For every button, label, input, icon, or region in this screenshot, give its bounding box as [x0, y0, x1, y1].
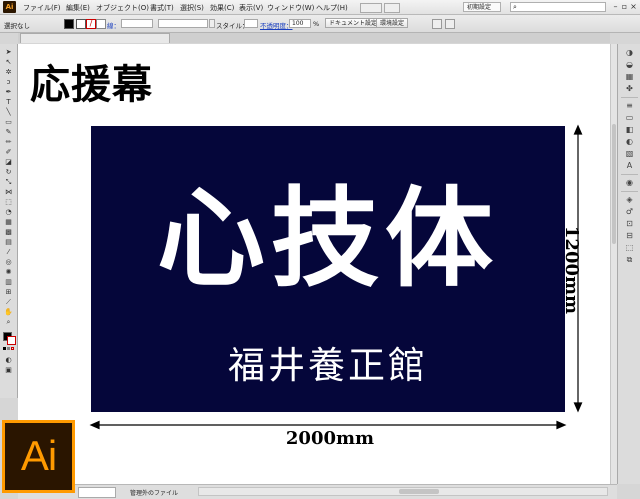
panel-dock: ◑ ◒ ▦ ✤ ≡ ▭ ◧ ◐ ▧ A ◉ ◈ ♂ ⊡ ⊟ ⬚ ⧉ — [617, 44, 640, 484]
width-dimension-label: 2000mm — [285, 428, 375, 449]
dimension-arrows — [89, 124, 583, 430]
height-arrow-bottom-head — [573, 402, 583, 413]
stroke-panel-icon[interactable]: ≡ — [624, 101, 635, 111]
character-panel-icon[interactable]: A — [624, 161, 635, 171]
graphic-styles-icon[interactable]: ▧ — [624, 149, 635, 159]
align-panel-icon[interactable]: ⊟ — [624, 231, 635, 241]
transform-panel-icon[interactable]: ⬚ — [624, 243, 635, 253]
width-arrow-left-head — [89, 420, 100, 430]
artboards-panel-icon[interactable]: ⊡ — [624, 219, 635, 229]
gradient-panel-icon[interactable]: ▭ — [624, 113, 635, 123]
navigator-icon[interactable]: ◉ — [624, 178, 635, 188]
illustrator-logo: Ai — [2, 420, 75, 493]
appearance-panel-icon[interactable]: ◐ — [624, 137, 635, 147]
width-arrow-right-head — [556, 420, 567, 430]
layers-panel-icon[interactable]: ◈ — [624, 195, 635, 205]
panel-separator — [621, 191, 638, 192]
status-text: 管理外のファイル — [130, 490, 179, 497]
height-arrow-top-head — [573, 124, 583, 135]
panel-separator — [621, 97, 638, 98]
color-panel-icon[interactable]: ◑ — [624, 48, 635, 58]
height-dimension-label: 1200mm — [561, 225, 582, 315]
status-bar: 管理外のファイル — [18, 484, 617, 499]
horizontal-scroll-thumb[interactable] — [399, 489, 439, 494]
pathfinder-panel-icon[interactable]: ⧉ — [624, 255, 635, 265]
transparency-panel-icon[interactable]: ◧ — [624, 125, 635, 135]
panel-separator — [621, 174, 638, 175]
swatches-icon[interactable]: ▦ — [624, 72, 635, 82]
brushes-icon[interactable]: ✤ — [624, 84, 635, 94]
artboard-navigation[interactable] — [78, 487, 116, 498]
links-panel-icon[interactable]: ♂ — [624, 207, 635, 217]
color-guide-icon[interactable]: ◒ — [624, 60, 635, 70]
horizontal-scrollbar[interactable] — [198, 487, 608, 496]
